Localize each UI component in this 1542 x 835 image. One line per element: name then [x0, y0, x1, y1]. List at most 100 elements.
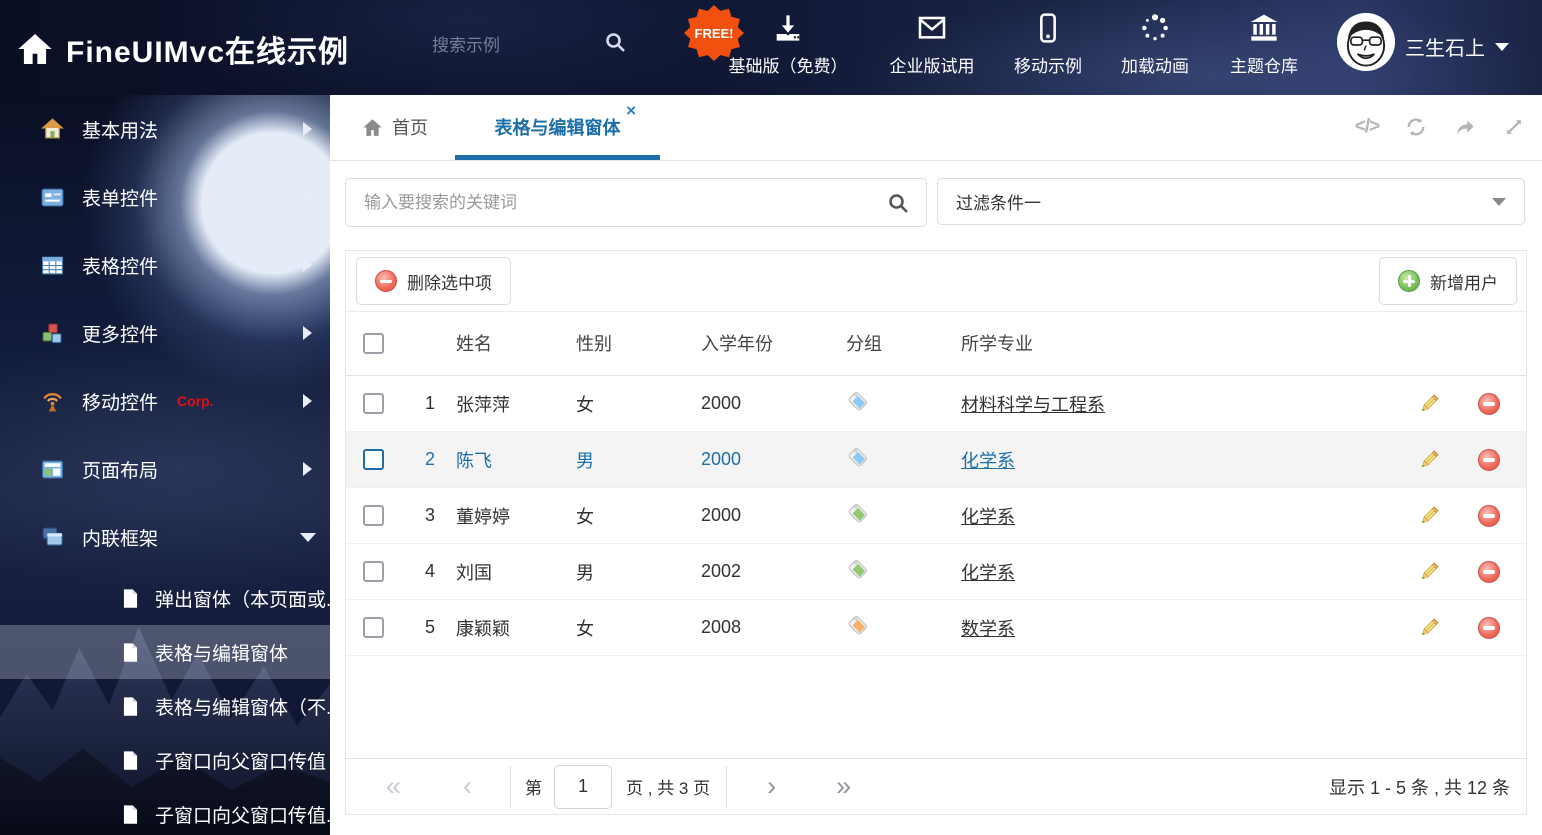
- home-icon: [363, 118, 382, 136]
- open-new-window-icon[interactable]: [1453, 115, 1477, 139]
- edit-icon[interactable]: [1417, 448, 1441, 472]
- gender-cell: 女: [576, 506, 594, 527]
- tab-home[interactable]: 首页: [362, 95, 428, 159]
- sidebar-item-more-controls[interactable]: 更多控件: [0, 299, 330, 367]
- name-cell: 陈飞: [456, 450, 492, 471]
- header-search-input[interactable]: [430, 28, 604, 64]
- delete-row-icon[interactable]: [1477, 560, 1500, 583]
- user-name: 三生石上: [1405, 38, 1485, 60]
- column-header-major[interactable]: 所学专业: [951, 330, 1406, 356]
- page-prefix-label: 第: [525, 779, 543, 798]
- keyword-search-box: [345, 178, 927, 227]
- chevron-down-icon: [1495, 42, 1509, 51]
- delete-row-icon[interactable]: [1477, 504, 1500, 527]
- table-row[interactable]: 4 刘国 男 2002 化学系: [346, 544, 1526, 600]
- search-icon[interactable]: [886, 191, 910, 215]
- tab-label: 表格与编辑窗体: [494, 118, 621, 138]
- sidebar-subitem[interactable]: 子窗口向父窗口传值: [0, 733, 330, 787]
- table-row[interactable]: 2 陈飞 男 2000 化学系: [346, 432, 1526, 488]
- close-icon[interactable]: ×: [626, 101, 636, 121]
- fullscreen-icon[interactable]: [1502, 115, 1526, 139]
- page-input[interactable]: [554, 764, 613, 809]
- major-link[interactable]: 化学系: [961, 451, 1015, 471]
- select-all-checkbox[interactable]: [363, 332, 384, 354]
- page-count-label: 页 , 共 3 页: [626, 779, 711, 798]
- table-row[interactable]: 1 张萍萍 女 2000 材料科学与工程系: [346, 376, 1526, 432]
- add-user-button[interactable]: 新增用户: [1379, 257, 1517, 305]
- cubes-icon: [42, 323, 62, 343]
- row-checkbox[interactable]: [363, 393, 384, 414]
- nav-item-theme-repo[interactable]: 主题仓库: [1209, 12, 1319, 77]
- name-cell: 董婷婷: [456, 506, 510, 527]
- sidebar-subitem[interactable]: 子窗口向父窗口传值...: [0, 787, 330, 835]
- row-checkbox[interactable]: [363, 505, 384, 526]
- sidebar-item-inline-frame[interactable]: 内联框架: [0, 503, 330, 571]
- table-row[interactable]: 3 董婷婷 女 2000 化学系: [346, 488, 1526, 544]
- row-checkbox[interactable]: [363, 617, 384, 638]
- edit-icon[interactable]: [1417, 392, 1441, 416]
- delete-selected-label: 删除选中项: [407, 273, 492, 293]
- row-checkbox[interactable]: [363, 561, 384, 582]
- sidebar-item-page-layout[interactable]: 页面布局: [0, 435, 330, 503]
- sidebar-subitem[interactable]: 表格与编辑窗体: [0, 625, 330, 679]
- refresh-icon[interactable]: [1404, 115, 1428, 139]
- table-icon: [42, 256, 63, 274]
- tab-home-label: 首页: [392, 118, 428, 138]
- gender-cell: 女: [576, 618, 594, 639]
- nav-item-mobile-demo[interactable]: 移动示例: [995, 12, 1101, 77]
- year-cell: 2000: [701, 393, 742, 413]
- filter-dropdown[interactable]: 过滤条件一: [937, 178, 1525, 225]
- source-code-icon[interactable]: </>: [1355, 115, 1380, 139]
- corp-badge: Corp.: [177, 393, 214, 409]
- row-checkbox[interactable]: [363, 449, 384, 470]
- app-logo[interactable]: FineUIMvc在线示例: [16, 27, 349, 71]
- edit-icon[interactable]: [1417, 560, 1441, 584]
- column-header-name[interactable]: 姓名: [441, 330, 566, 356]
- sidebar-item-basic-usage[interactable]: 基本用法: [0, 95, 330, 163]
- delete-row-icon[interactable]: [1477, 392, 1500, 415]
- avatar[interactable]: [1337, 13, 1395, 71]
- pagination-bar: « ‹ 第 页 , 共 3 页 › » 显示 1 - 5 条 , 共 12 条: [346, 758, 1526, 814]
- delete-row-icon[interactable]: [1477, 616, 1500, 639]
- major-link[interactable]: 化学系: [961, 507, 1015, 527]
- sidebar-subitem[interactable]: 弹出窗体（本页面或...: [0, 571, 330, 625]
- user-menu[interactable]: 三生石上: [1405, 32, 1509, 61]
- name-cell: 康颖颖: [456, 618, 510, 639]
- app-title: FineUIMvc在线示例: [66, 36, 350, 69]
- sidebar-submenu: 弹出窗体（本页面或... 表格与编辑窗体 表格与编辑窗体（不... 子窗口向父窗…: [0, 571, 330, 835]
- prev-page-button[interactable]: ‹: [463, 773, 472, 800]
- major-link[interactable]: 数学系: [961, 619, 1015, 639]
- edit-icon[interactable]: [1417, 616, 1441, 640]
- sidebar-subitem-label: 表格与编辑窗体: [155, 643, 289, 665]
- next-page-button[interactable]: ›: [767, 773, 776, 800]
- major-link[interactable]: 化学系: [961, 563, 1015, 583]
- nav-label: 基础版（免费）: [728, 57, 848, 76]
- nav-item-enterprise-trial[interactable]: 企业版试用: [867, 12, 997, 77]
- table-header-row: 姓名 性别 入学年份 分组 所学专业: [346, 311, 1526, 376]
- nav-label: 主题仓库: [1230, 57, 1298, 76]
- delete-selected-button[interactable]: 删除选中项: [356, 257, 511, 305]
- sidebar-item-mobile-controls[interactable]: 移动控件 Corp.: [0, 367, 330, 435]
- column-header-year[interactable]: 入学年份: [691, 330, 836, 356]
- column-header-group[interactable]: 分组: [836, 330, 951, 356]
- last-page-button[interactable]: »: [836, 773, 851, 800]
- column-header-gender[interactable]: 性别: [566, 330, 691, 356]
- search-icon[interactable]: [603, 30, 627, 59]
- row-index: 3: [424, 505, 435, 525]
- gender-cell: 男: [576, 450, 594, 471]
- major-link[interactable]: 材料科学与工程系: [961, 395, 1105, 415]
- sidebar-subitem[interactable]: 表格与编辑窗体（不...: [0, 679, 330, 733]
- file-icon: [123, 588, 138, 608]
- sidebar-item-form-controls[interactable]: 表单控件: [0, 163, 330, 231]
- tab-grid-edit-window[interactable]: 表格与编辑窗体 ×: [455, 95, 660, 160]
- nav-item-loading-animation[interactable]: 加载动画: [1102, 12, 1208, 77]
- house-icon: [40, 117, 65, 138]
- first-page-button[interactable]: «: [386, 773, 401, 800]
- delete-row-icon[interactable]: [1477, 448, 1500, 471]
- table-row[interactable]: 5 康颖颖 女 2008 数学系: [346, 600, 1526, 656]
- keyword-search-input[interactable]: [346, 192, 886, 213]
- edit-icon[interactable]: [1417, 504, 1441, 528]
- sidebar-item-label: 更多控件: [82, 324, 159, 346]
- layout-icon: [42, 460, 63, 478]
- sidebar-item-grid-controls[interactable]: 表格控件: [0, 231, 330, 299]
